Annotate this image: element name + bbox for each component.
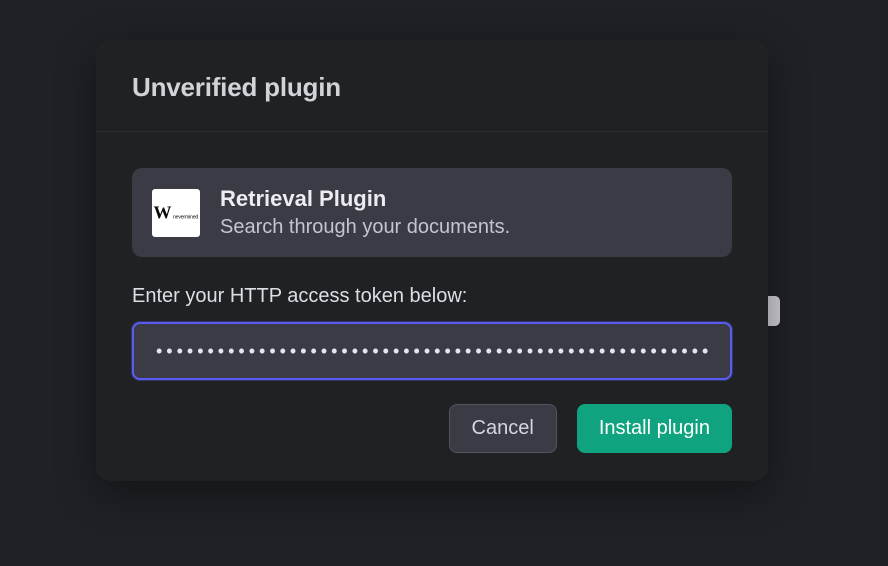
modal-header: Unverified plugin bbox=[96, 40, 768, 132]
install-plugin-button[interactable]: Install plugin bbox=[577, 404, 732, 453]
plugin-logo-text: nevermined bbox=[173, 214, 198, 219]
cancel-button[interactable]: Cancel bbox=[449, 404, 557, 453]
plugin-logo-icon: W nevermined bbox=[152, 189, 200, 237]
plugin-info-card: W nevermined Retrieval Plugin Search thr… bbox=[132, 168, 732, 257]
plugin-description: Search through your documents. bbox=[220, 216, 510, 239]
plugin-logo-glyph: W bbox=[154, 204, 172, 222]
modal-title: Unverified plugin bbox=[132, 72, 732, 103]
http-access-token-input[interactable] bbox=[132, 322, 732, 380]
token-input-label: Enter your HTTP access token below: bbox=[132, 285, 732, 308]
plugin-text-block: Retrieval Plugin Search through your doc… bbox=[220, 186, 510, 239]
modal-actions: Cancel Install plugin bbox=[132, 404, 732, 453]
plugin-name: Retrieval Plugin bbox=[220, 186, 510, 212]
modal-body: W nevermined Retrieval Plugin Search thr… bbox=[96, 132, 768, 481]
unverified-plugin-modal: Unverified plugin W nevermined Retrieval… bbox=[96, 40, 768, 481]
